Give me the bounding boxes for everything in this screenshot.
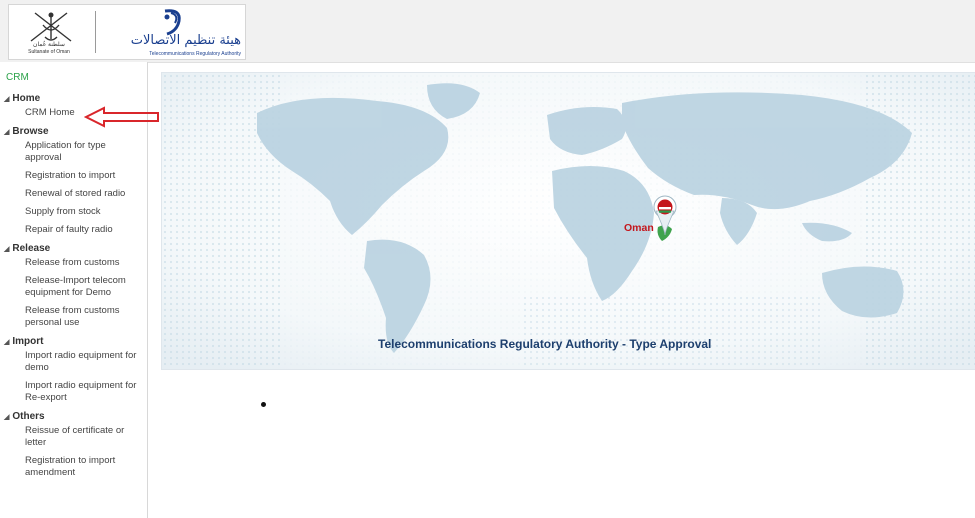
crm-label[interactable]: CRM	[6, 72, 29, 83]
section-title: Others	[12, 411, 45, 422]
bullet-dot	[261, 402, 266, 407]
nav-registration-import[interactable]: Registration to import	[0, 170, 147, 182]
sidebar-nav: CRM ◢ Home CRM Home ◢ Browse Application f…	[0, 62, 148, 518]
section-title: Release	[12, 243, 51, 254]
nav-release-customs-personal[interactable]: Release from customs personal use	[0, 305, 147, 329]
nav-renewal-stored-radio[interactable]: Renewal of stored radio	[0, 188, 147, 200]
nav-release-customs[interactable]: Release from customs	[0, 257, 147, 269]
section-import[interactable]: ◢ Import	[0, 335, 147, 348]
world-map-image: Oman	[162, 73, 975, 369]
banner-title: Telecommunications Regulatory Authority …	[378, 337, 712, 351]
nav-import-reexport[interactable]: Import radio equipment for Re-export	[0, 380, 147, 404]
nav-registration-amendment[interactable]: Registration to import amendment	[0, 455, 147, 479]
logo-box: سلطنة عُمان Sultanate of Oman هيئة تنظيم…	[8, 4, 246, 60]
logo-divider	[95, 11, 96, 53]
expand-triangle-icon: ◢	[4, 246, 10, 253]
section-others[interactable]: ◢ Others	[0, 410, 147, 423]
nav-tree: ◢ Home CRM Home ◢ Browse Application for t…	[0, 92, 147, 485]
section-home[interactable]: ◢ Home	[0, 92, 147, 105]
tra-label-ar: هيئة تنظيم الاتصالات	[130, 33, 241, 48]
app-header: سلطنة عُمان Sultanate of Oman هيئة تنظيم…	[0, 0, 975, 63]
nav-reissue-certificate[interactable]: Reissue of certificate or letter	[0, 425, 147, 449]
expand-triangle-icon: ◢	[4, 129, 10, 136]
nav-supply-stock[interactable]: Supply from stock	[0, 206, 147, 218]
expand-triangle-icon: ◢	[4, 96, 10, 103]
annotation-arrow-icon	[84, 106, 159, 128]
section-release[interactable]: ◢ Release	[0, 242, 147, 255]
oman-label-en: Sultanate of Oman	[28, 49, 70, 55]
expand-triangle-icon: ◢	[4, 339, 10, 346]
section-title: Home	[12, 93, 41, 104]
section-title: Import	[12, 336, 44, 347]
nav-release-import-demo[interactable]: Release-Import telecom equipment for Dem…	[0, 275, 147, 299]
tra-label-en: Telecommunications Regulatory Authority	[149, 51, 241, 57]
oman-label-ar: سلطنة عُمان	[33, 42, 65, 48]
section-title: Browse	[12, 126, 49, 137]
nav-application-type-approval[interactable]: Application for type approval	[0, 140, 147, 164]
nav-import-demo[interactable]: Import radio equipment for demo	[0, 350, 147, 374]
world-map-banner: Oman Telecommunications Regulatory Autho…	[161, 72, 975, 370]
expand-triangle-icon: ◢	[4, 414, 10, 421]
oman-map-label: Oman	[624, 222, 654, 234]
nav-repair-faulty-radio[interactable]: Repair of faulty radio	[0, 224, 147, 236]
